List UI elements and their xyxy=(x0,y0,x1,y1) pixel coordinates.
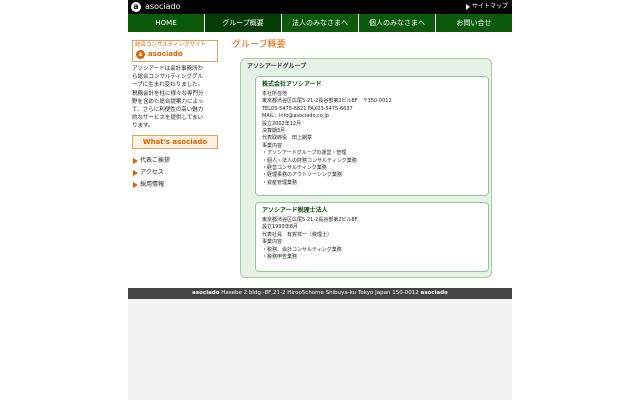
detail-line: ・資産管理業務 xyxy=(262,179,298,186)
sidebar-link-label: アクセス xyxy=(140,168,164,176)
sidebar-link-recruit[interactable]: 採用情報 xyxy=(132,179,218,191)
tax-firm-details: 東京都渋谷区広尾5-21-2長谷部第2ビル8F 設立1993年8月 代表社員 有… xyxy=(262,217,358,261)
nav-home[interactable]: HOME xyxy=(128,14,205,32)
sidebar-description: アソシアードは会計事務所か ら総合コンサルティンググル ープに生まれ変わりました… xyxy=(132,65,218,131)
banner-title: 総合コンサルティングサイト xyxy=(135,42,207,48)
detail-line: ・アソシアードグループの運営・管理 xyxy=(262,150,347,157)
detail-line: 事業内容 xyxy=(262,239,283,246)
triangle-right-icon xyxy=(133,169,138,176)
desc-line: 税務会計を柱に様々な専門分 xyxy=(132,90,204,97)
desc-line: アソシアードは会計事務所か xyxy=(132,66,204,72)
footer-brand-right: asociado xyxy=(420,290,448,296)
detail-line: 代表取締役 田上朗章 xyxy=(262,135,313,142)
sidebar: 総合コンサルティングサイト a asociado アソシアードは会計事務所か ら… xyxy=(132,40,218,191)
tax-firm-name: アソシアード税理士法人 xyxy=(262,207,328,214)
nav-contact[interactable]: お問い合せ xyxy=(436,14,512,32)
detail-line: ・税務、会計コンサルティング業務 xyxy=(262,246,342,253)
detail-line: 設立1993年8月 xyxy=(262,224,298,231)
page-wrapper: a asociado サイトマップ HOME グループ概要 法人のみなさまへ 個… xyxy=(128,0,512,400)
desc-line: て、さらに利便性の高い魅力 xyxy=(132,107,204,114)
company-card: 株式会社アソシアード 本社所在地 東京都渋谷区広尾5-21-2長谷部第2ビル8F… xyxy=(255,76,489,196)
tax-firm-card: アソシアード税理士法人 東京都渋谷区広尾5-21-2長谷部第2ビル8F 設立19… xyxy=(255,202,489,272)
asociado-logo-icon[interactable]: a xyxy=(131,2,141,12)
sitemap-link[interactable]: サイトマップ xyxy=(465,1,508,13)
page-title: グループ概要 xyxy=(232,40,286,50)
detail-line: 設立2002年12月 xyxy=(262,120,302,127)
detail-line: 東京都渋谷区広尾5-21-2長谷部第2ビル8F 〒150-0012 xyxy=(262,98,392,105)
top-bar: a asociado サイトマップ xyxy=(128,0,512,14)
desc-line: ります。 xyxy=(132,123,154,130)
sidebar-link-label: 採用情報 xyxy=(140,180,165,188)
nav-corporate[interactable]: 法人のみなさまへ xyxy=(282,14,359,32)
sidebar-link-greeting[interactable]: 代表ご挨拶 xyxy=(132,155,218,167)
detail-line: MAIL：info@asociado.co.jp xyxy=(262,113,329,120)
group-title: アソシアードグループ xyxy=(247,63,307,70)
detail-line: TEL03-5475-6821 FAX03-5475-6637 xyxy=(262,105,353,112)
footer-brand-left: asociado xyxy=(192,290,220,296)
footer-address: Hasebe 2 bldg.-8F,21-2 Hiroo5chome Shibu… xyxy=(221,290,419,296)
whats-asociado-header: What's asociado xyxy=(132,134,218,149)
arrow-right-icon xyxy=(465,3,470,10)
triangle-right-icon xyxy=(133,181,138,188)
nav-individual[interactable]: 個人のみなさまへ xyxy=(359,14,436,32)
main-nav: HOME グループ概要 法人のみなさまへ 個人のみなさまへ お問い合せ xyxy=(128,14,512,32)
desc-line: 野を含めた総合提案力によっ xyxy=(132,98,204,105)
sidebar-link-access[interactable]: アクセス xyxy=(132,167,218,179)
detail-line: ・税務申告業務 xyxy=(262,254,298,261)
main-content: グループ概要 アソシアードグループ 株式会社アソシアード 本社所在地 東京都渋谷… xyxy=(226,38,510,278)
sitemap-label: サイトマップ xyxy=(471,3,508,10)
sidebar-link-label: 代表ご挨拶 xyxy=(140,156,171,164)
triangle-right-icon xyxy=(133,157,138,164)
detail-line: ・経理事務のアウトソーシング業務 xyxy=(262,172,342,179)
nav-group-overview[interactable]: グループ概要 xyxy=(205,14,282,32)
company-name: 株式会社アソシアード xyxy=(262,81,322,88)
group-panel: アソシアードグループ 株式会社アソシアード 本社所在地 東京都渋谷区広尾5-21… xyxy=(240,58,492,278)
desc-line: ープに生まれ変わりました。 xyxy=(132,82,204,89)
desc-line: 的なサービスを提供してまい xyxy=(132,115,204,122)
footer: asociado Hasebe 2 bldg.-8F,21-2 Hiroo5ch… xyxy=(128,288,512,299)
sidebar-links: 代表ご挨拶 アクセス 採用情報 xyxy=(132,155,218,191)
brand-name[interactable]: asociado xyxy=(145,1,180,13)
asociado-logo-icon: a xyxy=(136,50,145,59)
detail-line: ・個人・法人の財務コンサルティング業務 xyxy=(262,157,357,164)
footer-background xyxy=(128,299,512,400)
company-details: 本社所在地 東京都渋谷区広尾5-21-2長谷部第2ビル8F 〒150-0012 … xyxy=(262,91,392,187)
banner-logo-text: asociado xyxy=(148,50,183,58)
desc-line: ら総合コンサルティンググル xyxy=(132,74,204,81)
consulting-site-banner[interactable]: 総合コンサルティングサイト a asociado xyxy=(132,40,218,62)
